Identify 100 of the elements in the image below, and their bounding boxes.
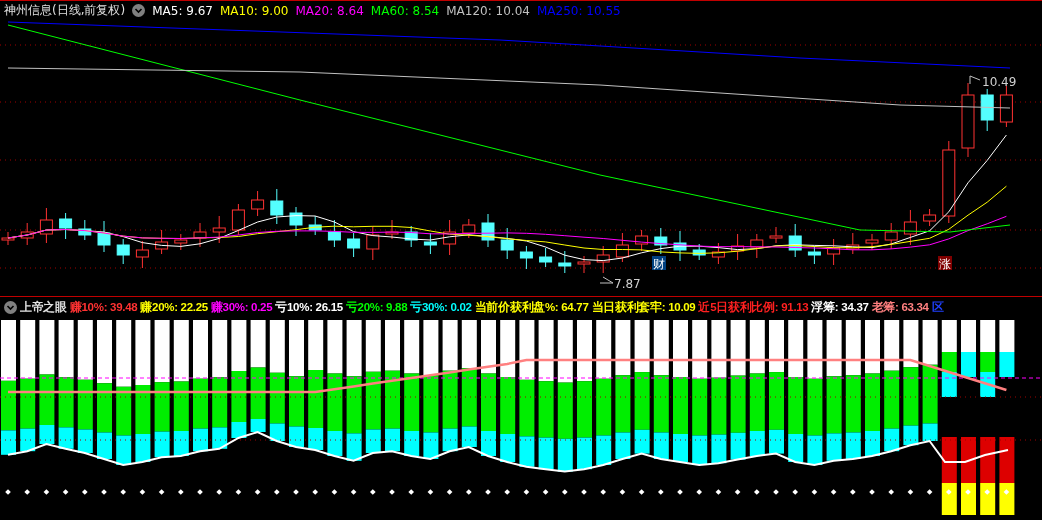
diamond-marker: [811, 489, 818, 495]
moving-average-reading: MA20: 8.64: [295, 3, 364, 18]
candlestick: [769, 226, 783, 244]
high-price-label: 10.49: [969, 75, 1017, 89]
diamond-marker: [581, 489, 587, 495]
indicator-reading: 浮筹: 34.37: [811, 300, 869, 315]
candlestick: [481, 213, 495, 248]
candlestick: [519, 245, 533, 270]
candlestick: [404, 225, 418, 248]
diamond-marker: [331, 489, 338, 495]
candlestick: [750, 233, 764, 259]
candlestick: [846, 232, 860, 255]
diamond-marker: [235, 489, 242, 495]
diamond-marker: [158, 489, 165, 495]
indicator-reading: 亏30%: 0.02: [410, 300, 472, 315]
diamond-marker: [830, 489, 837, 495]
candlestick: [615, 232, 629, 263]
diamond-marker: [465, 489, 472, 495]
indicator-reading: 区: [931, 300, 944, 315]
dropdown-icon[interactable]: [4, 301, 17, 314]
diamond-marker: [273, 489, 280, 495]
candlestick: [673, 230, 687, 262]
candlestick: [903, 209, 917, 246]
candlestick: [654, 227, 668, 255]
diamond-marker: [734, 489, 741, 495]
diamond-marker: [177, 489, 184, 495]
diamond-marker: [120, 489, 127, 495]
diamond-marker: [523, 489, 530, 495]
candlestick: [308, 215, 322, 236]
stacked-bar: [961, 320, 976, 377]
dropdown-icon[interactable]: [132, 4, 146, 17]
diamond-marker: [101, 489, 107, 495]
diamond-marker: [849, 489, 856, 495]
candlestick: [59, 212, 73, 240]
candlestick: [174, 233, 188, 251]
diamond-marker: [139, 489, 146, 495]
diamond-marker: [984, 489, 991, 495]
diamond-marker: [504, 489, 511, 495]
diamond-marker: [965, 489, 971, 495]
diamond-marker: [600, 489, 607, 495]
diamond-marker: [753, 489, 760, 495]
moving-average-reading: MA5: 9.67: [152, 3, 213, 18]
diamond-marker: [657, 489, 664, 495]
low-price-label: 7.87: [599, 276, 641, 291]
diamond-marker: [389, 489, 395, 495]
diamond-marker: [773, 489, 779, 495]
diamond-marker: [43, 489, 50, 495]
diamond-marker: [715, 489, 722, 495]
diamond-marker: [869, 489, 875, 495]
moving-average-reading: MA120: 10.04: [446, 3, 530, 18]
diamond-marker: [485, 489, 491, 495]
diamond-marker: [312, 489, 319, 495]
diamond-marker: [888, 489, 895, 495]
indicator-reading: 当日获利套牢: 10.09: [591, 300, 696, 315]
candlestick: [731, 233, 745, 261]
candlestick: [443, 219, 457, 256]
diamond-marker: [369, 489, 376, 495]
candlestick: [20, 222, 34, 246]
indicator-reading: 赚20%: 22.25: [140, 300, 208, 315]
diamond-marker: [216, 489, 223, 495]
candlestick: [711, 242, 725, 265]
diamond-marker: [81, 489, 88, 495]
candlestick: [212, 215, 226, 244]
indicator-reading: 当前价获利盘%: 64.77: [474, 300, 589, 315]
diamond-marker: [62, 489, 69, 495]
candlestick: [692, 243, 706, 261]
diamond-marker: [427, 489, 434, 495]
diamond-marker: [696, 489, 703, 495]
diamond-marker: [254, 489, 261, 495]
candlestick: [193, 222, 207, 248]
diamond-marker: [561, 489, 568, 495]
candlestick: [270, 188, 284, 225]
stacked-bar: [999, 320, 1015, 377]
diamond-marker: [5, 489, 11, 495]
event-marker[interactable]: 财: [652, 256, 666, 271]
event-marker[interactable]: 涨: [938, 256, 952, 271]
candlestick: [97, 220, 111, 253]
diamond-marker: [1003, 489, 1010, 495]
candlestick: [923, 208, 937, 227]
candlestick: [116, 238, 130, 265]
indicator-reading: 亏10%: 26.15: [275, 300, 343, 315]
diamond-marker: [926, 489, 933, 495]
candlestick: [865, 233, 879, 251]
candlestick: [980, 88, 994, 132]
moving-average-reading: MA60: 8.54: [370, 3, 440, 18]
indicator-reading: 老筹: 63.34: [871, 300, 929, 315]
candlestick: [884, 222, 898, 250]
indicator-reading: 赚10%: 39.48: [69, 300, 138, 315]
diamond-marker: [677, 489, 683, 495]
candlestick: [999, 85, 1013, 128]
candlestick: [135, 240, 149, 269]
candlestick: [635, 229, 649, 252]
diamond-marker: [945, 489, 952, 495]
diamond-marker: [350, 489, 357, 495]
moving-average-reading: MA10: 9.00: [220, 3, 289, 18]
candlestick: [385, 219, 399, 240]
candlestick: [327, 219, 341, 248]
indicator-reading: 亏20%: 9.88: [345, 300, 408, 315]
diamond-marker: [446, 489, 453, 495]
candlestick: [155, 229, 169, 255]
